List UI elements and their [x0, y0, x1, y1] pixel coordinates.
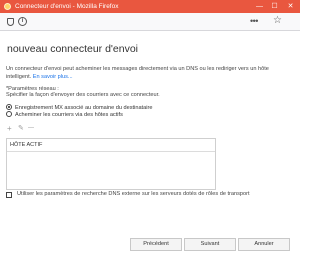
close-window-button[interactable]: ✕ [285, 1, 296, 12]
window-titlebar: Connecteur d'envoi - Mozilla Firefox — ☐… [0, 0, 300, 13]
add-icon[interactable]: + [7, 124, 12, 133]
info-icon[interactable]: i [18, 17, 27, 26]
remove-icon[interactable]: — [28, 124, 34, 133]
learn-more-link[interactable]: En savoir plus... [33, 74, 73, 80]
radio-button[interactable] [6, 111, 12, 117]
page-content: nouveau connecteur d'envoi Un connecteur… [0, 31, 300, 265]
cancel-button[interactable]: Annuler [238, 238, 290, 251]
firefox-logo-icon [4, 3, 11, 10]
maximize-button[interactable]: ☐ [269, 1, 280, 12]
radio-smart-hosts-label: Acheminer les courriers via des hôtes ac… [15, 112, 123, 118]
previous-button[interactable]: Précédent [130, 238, 182, 251]
active-hosts-table[interactable]: HÔTE ACTIF [6, 138, 216, 190]
table-header-active-host[interactable]: HÔTE ACTIF [7, 139, 215, 152]
window-title: Connecteur d'envoi - Mozilla Firefox [15, 3, 119, 10]
radio-smart-hosts[interactable]: Acheminer les courriers via des hôtes ac… [6, 111, 123, 119]
network-settings-description: Spécifier la façon d'envoyer des courrie… [6, 92, 160, 98]
edit-icon[interactable]: ✎ [18, 124, 24, 133]
next-button[interactable]: Suivant [184, 238, 236, 251]
dns-lookup-checkbox[interactable] [6, 192, 12, 198]
minimize-button[interactable]: — [254, 1, 265, 12]
intro-text: Un connecteur d'envoi peut acheminer les… [6, 65, 291, 81]
browser-toolbar: i ••• ☆ [0, 13, 300, 31]
dns-lookup-label: Utiliser les paramètres de recherche DNS… [17, 191, 250, 197]
bookmark-star-icon[interactable]: ☆ [273, 15, 282, 27]
page-title: nouveau connecteur d'envoi [7, 43, 139, 55]
radio-button-selected[interactable] [6, 104, 12, 110]
more-actions-icon[interactable]: ••• [250, 16, 258, 26]
shield-icon[interactable] [7, 18, 14, 26]
